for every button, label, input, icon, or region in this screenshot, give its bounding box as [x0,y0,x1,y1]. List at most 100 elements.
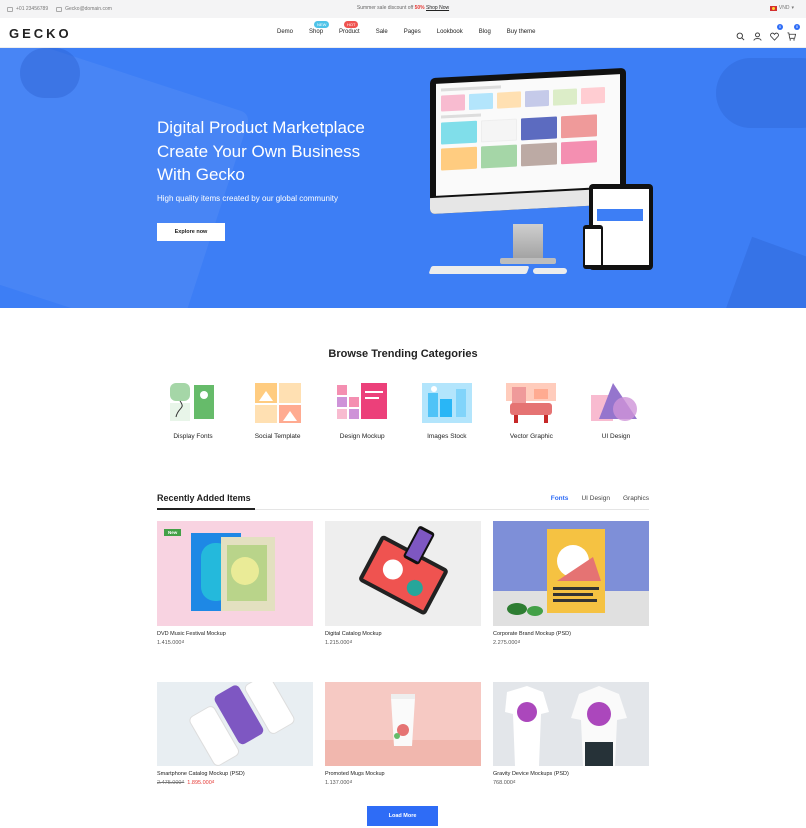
product-image[interactable] [493,682,649,766]
hero-decoration [20,48,80,98]
logo[interactable]: GECKO [9,26,72,41]
category-label: Social Template [254,433,301,440]
keyboard-image [428,266,530,274]
new-badge: NEW [314,21,330,28]
design-mockup-icon [335,381,389,425]
product-name[interactable]: DVD Music Festival Mockup [157,631,313,637]
category-vector-graphic[interactable]: Vector Graphic [495,381,567,440]
hero-decoration [724,236,806,308]
nav-label: Pages [403,29,421,35]
product-name[interactable]: Digital Catalog Mockup [325,631,481,637]
vector-graphic-icon [504,381,558,425]
price-value: 1.137.000₫ [325,780,353,786]
nav-label: Blog [478,29,491,35]
product-price: 1.215.000₫ [325,640,481,646]
price-value: 1.215.000₫ [325,640,353,646]
load-more-button[interactable]: Load More [367,806,438,826]
product-price: 1.415.000₫ [157,640,313,646]
shop-now-link[interactable]: Shop Now [426,5,449,11]
product-card[interactable]: Smartphone Catalog Mockup (PSD) 2.475.00… [157,682,313,786]
nav-item-product[interactable]: HOT Product [339,21,360,35]
search-icon[interactable] [736,28,745,41]
cart-icon[interactable]: 0 [787,24,800,41]
product-name[interactable]: Gravity Device Mockups (PSD) [493,771,649,777]
nav-label: Buy theme [506,29,536,35]
category-label: Design Mockup [339,433,385,440]
category-social-template[interactable]: Social Template [242,381,314,440]
category-label: Display Fonts [173,433,213,440]
tab-graphics[interactable]: Graphics [623,495,649,502]
product-card[interactable]: Promoted Mugs Mockup 1.137.000₫ [325,682,481,786]
display-fonts-icon [166,381,220,425]
tab-ui-design[interactable]: UI Design [581,495,610,502]
user-icon[interactable] [753,28,762,41]
hero-banner: Digital Product Marketplace Create Your … [0,48,806,308]
main-nav: Demo NEW Shop HOT Product Sale Pages Lookb… [277,21,551,35]
top-bar: +01 23456789 Gecko@domain.com Summer sal… [0,0,806,18]
heart-icon[interactable]: 0 [770,24,783,41]
product-price: 2.475.000₫ 1.895.000₫ [157,780,313,786]
category-label: UI Design [601,433,631,440]
product-price: 768.000₫ [493,780,649,786]
recent-items-header: Recently Added Items Fonts UI Design Gra… [157,492,649,510]
product-card[interactable]: New DVD Music Festival Mockup 1.415.000₫ [157,521,313,646]
hero-title-line: Digital Product Marketplace [157,118,365,137]
old-price: 2.475.000₫ [157,780,185,786]
category-list: Display Fonts Social Template Design Moc… [157,381,652,440]
hero-title-line: Create Your Own Business [157,141,361,161]
price-value: 2.275.000₫ [493,640,521,646]
hero-title: Digital Product Marketplace Create Your … [157,116,437,187]
product-card[interactable]: Corporate Brand Mockup (PSD) 2.275.000₫ [493,521,649,646]
recent-items-title: Recently Added Items [157,493,255,510]
product-name[interactable]: Smartphone Catalog Mockup (PSD) [157,771,313,777]
product-name[interactable]: Corporate Brand Mockup (PSD) [493,631,649,637]
nav-item-demo[interactable]: Demo [277,29,293,35]
nav-label: Lookbook [436,29,463,35]
explore-now-button[interactable]: Explore now [157,223,225,241]
promo-text: Summer sale discount off [356,5,414,11]
main-header: GECKO Demo NEW Shop HOT Product Sale Pages… [0,18,806,48]
product-image[interactable] [325,682,481,766]
category-label: Vector Graphic [509,433,553,440]
nav-label: Demo [277,29,294,35]
new-tag: New [164,529,182,536]
nav-item-pages[interactable]: Pages [404,29,421,35]
ui-design-icon [589,381,643,425]
product-name[interactable]: Promoted Mugs Mockup [325,771,481,777]
category-design-mockup[interactable]: Design Mockup [326,381,398,440]
category-images-stock[interactable]: Images Stock [411,381,483,440]
wishlist-count: 0 [777,24,783,30]
tab-fonts[interactable]: Fonts [551,495,569,502]
sale-price: 1.895.000₫ [187,780,215,786]
price-value: 768.000₫ [493,780,516,786]
product-card[interactable]: Digital Catalog Mockup 1.215.000₫ [325,521,481,646]
nav-item-shop[interactable]: NEW Shop [309,21,330,35]
images-stock-icon [420,381,474,425]
nav-item-blog[interactable]: Blog [479,29,491,35]
nav-item-buy-theme[interactable]: Buy theme [507,29,536,35]
hero-title-line: With Gecko [157,165,245,184]
currency-selector[interactable]: VND ▾ [769,5,794,11]
phone-image [583,225,603,269]
hero-subtitle: High quality items created by our global… [157,194,338,203]
nav-item-sale[interactable]: Sale [376,29,388,35]
product-image[interactable] [325,521,481,626]
product-price: 1.137.000₫ [325,780,481,786]
product-image[interactable] [493,521,649,626]
category-ui-design[interactable]: UI Design [580,381,652,440]
category-label: Images Stock [427,433,467,440]
product-card[interactable]: Gravity Device Mockups (PSD) 768.000₫ [493,682,649,786]
hot-badge: HOT [344,21,359,28]
chevron-down-icon: ▾ [791,5,794,11]
cart-count: 0 [794,24,800,30]
nav-label: Product [339,29,360,35]
category-display-fonts[interactable]: Display Fonts [157,381,229,440]
nav-item-lookbook[interactable]: Lookbook [437,29,463,35]
price-value: 1.415.000₫ [157,640,185,646]
flag-icon [769,5,777,11]
product-image[interactable] [157,682,313,766]
categories-title: Browse Trending Categories [328,348,478,360]
nav-label: Sale [375,29,388,35]
nav-label: Shop [309,29,324,35]
product-image[interactable]: New [157,521,313,626]
